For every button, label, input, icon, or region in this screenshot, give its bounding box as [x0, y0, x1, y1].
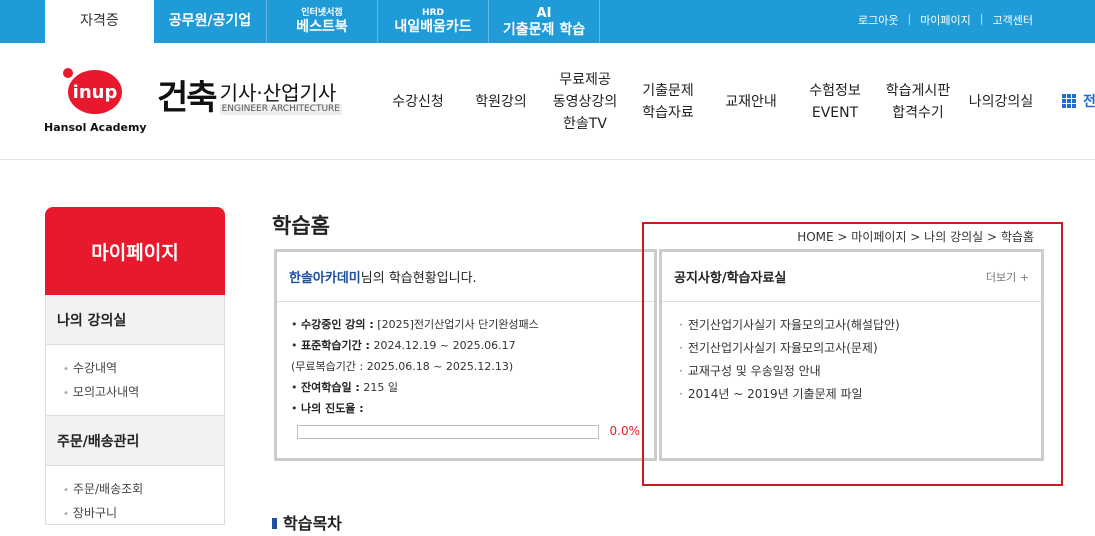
- nav-label: EVENT: [811, 104, 859, 121]
- sidebar-list: 주문/배송조회 장바구니: [46, 466, 224, 536]
- tab-label: 내일배움카드: [394, 18, 472, 35]
- status-header: 한솔아카데미 님의 학습현황입니다.: [277, 252, 654, 302]
- remaining-label: 잔여학습일 :: [301, 381, 360, 394]
- tab-certificate[interactable]: 자격증: [45, 0, 154, 43]
- sidebar-title: 마이페이지: [45, 207, 225, 295]
- sidebar-item-order-tracking[interactable]: 주문/배송조회: [63, 478, 224, 502]
- nav-label: 나의강의실: [968, 93, 1034, 110]
- nav-label: 동영상강의: [552, 93, 618, 110]
- tab-sublabel: HRD: [422, 7, 444, 18]
- logo-subtitle: Hansol Academy: [44, 121, 147, 134]
- course-row: • 수강중인 강의 : [2025]전기산업기사 단기완성패스: [291, 318, 539, 331]
- progress-track: [297, 424, 599, 439]
- nav-academy-lecture[interactable]: 학원강의: [468, 43, 534, 160]
- sidebar-section-classroom[interactable]: 나의 강의실: [46, 295, 224, 345]
- remaining-value: 215 일: [363, 381, 398, 394]
- tab-civil-service[interactable]: 공무원/공기업: [154, 0, 267, 43]
- brand-korean: 기사·산업기사: [219, 81, 337, 105]
- nav-textbook[interactable]: 교재안내: [718, 43, 784, 160]
- learning-status-panel: 한솔아카데미 님의 학습현황입니다. • 수강중인 강의 : [2025]전기산…: [274, 249, 657, 461]
- tab-ai-exam[interactable]: AI 기출문제 학습: [489, 0, 600, 43]
- sidebar-item-cart[interactable]: 장바구니: [63, 502, 224, 526]
- utility-links: 로그아웃 | 마이페이지 | 고객센터: [858, 12, 1033, 28]
- nav-past-exams[interactable]: 기출문제 학습자료: [636, 43, 700, 160]
- tab-best-book[interactable]: 인터넷서점 베스트북: [267, 0, 378, 43]
- nav-label: 한솔TV: [563, 115, 607, 132]
- site-header: inup Hansol Academy 건축 기사·산업기사 ENGINEER …: [0, 43, 1095, 160]
- logout-link[interactable]: 로그아웃: [858, 12, 898, 28]
- sidebar-list: 수강내역 모의고사내역: [46, 345, 224, 416]
- brand-main: 건축: [157, 78, 218, 118]
- brand-english: ENGINEER ARCHITECTURE: [219, 104, 342, 115]
- course-value: [2025]전기산업기사 단기완성패스: [377, 318, 539, 331]
- nav-enroll[interactable]: 수강신청: [385, 43, 451, 160]
- nav-label: 학원강의: [475, 93, 527, 110]
- top-bar: 자격증 공무원/공기업 인터넷서점 베스트북 HRD 내일배움카드 AI 기출문…: [0, 0, 1095, 43]
- nav-free-video[interactable]: 무료제공 동영상강의 한솔TV: [546, 43, 624, 160]
- nav-label: 교재안내: [725, 93, 777, 110]
- course-label: 수강중인 강의 :: [301, 318, 374, 331]
- period-row: • 표준학습기간 : 2024.12.19 ~ 2025.06.17: [291, 339, 516, 352]
- customer-center-link[interactable]: 고객센터: [993, 12, 1033, 28]
- user-name: 한솔아카데미: [289, 271, 361, 286]
- all-menu-label[interactable]: 전: [1083, 91, 1095, 111]
- sidebar: 나의 강의실 수강내역 모의고사내역 주문/배송관리 주문/배송조회 장바구니: [45, 295, 225, 525]
- tab-sublabel: AI: [536, 5, 552, 21]
- progress-bar: 0.0%: [291, 421, 640, 442]
- section-title: 학습목차: [272, 510, 342, 534]
- nav-label: 기출문제: [642, 82, 694, 99]
- page-title: 학습홈: [272, 214, 330, 238]
- nav-label: 학습게시판: [885, 82, 951, 99]
- tab-label: 베스트북: [296, 18, 348, 35]
- period-value: 2024.12.19 ~ 2025.06.17: [373, 339, 516, 352]
- grid-menu-icon[interactable]: [1062, 94, 1076, 108]
- highlight-box: [642, 222, 1063, 486]
- nav-label: 수강신청: [392, 93, 444, 110]
- tab-sublabel: 인터넷서점: [301, 7, 343, 18]
- nav-label: 무료제공: [559, 71, 611, 88]
- nav-label: 합격수기: [892, 104, 944, 121]
- logo-dot: [63, 68, 73, 78]
- tab-hrd-card[interactable]: HRD 내일배움카드: [378, 0, 489, 43]
- nav-label: 학습자료: [642, 104, 694, 121]
- site-brand[interactable]: 건축 기사·산업기사 ENGINEER ARCHITECTURE: [157, 79, 342, 117]
- tab-label: 자격증: [80, 13, 119, 29]
- nav-label: 수험정보: [809, 82, 861, 99]
- tab-label: 기출문제 학습: [502, 21, 586, 38]
- sidebar-item-mock-exams[interactable]: 모의고사내역: [63, 381, 224, 405]
- sidebar-section-orders[interactable]: 주문/배송관리: [46, 416, 224, 466]
- inup-logo[interactable]: inup: [68, 70, 122, 114]
- status-header-text: 님의 학습현황입니다.: [360, 271, 477, 286]
- nav-exam-info[interactable]: 수험정보 EVENT: [802, 43, 868, 160]
- nav-board[interactable]: 학습게시판 합격수기: [880, 43, 956, 160]
- remaining-row: • 잔여학습일 : 215 일: [291, 381, 398, 394]
- divider: |: [979, 12, 984, 25]
- status-body: • 수강중인 강의 : [2025]전기산업기사 단기완성패스 • 표준학습기간…: [277, 302, 654, 454]
- period-label: 표준학습기간 :: [301, 339, 370, 352]
- tab-label: 공무원/공기업: [168, 13, 252, 29]
- progress-percent: 0.0%: [609, 424, 641, 438]
- divider: |: [907, 12, 912, 25]
- review-period: (무료복습기간 : 2025.06.18 ~ 2025.12.13): [291, 360, 514, 373]
- progress-label: 나의 진도율 :: [301, 402, 364, 415]
- sidebar-item-enrollments[interactable]: 수강내역: [63, 357, 224, 381]
- progress-row: • 나의 진도율 :: [291, 402, 364, 415]
- nav-my-classroom[interactable]: 나의강의실: [963, 43, 1039, 160]
- mypage-link[interactable]: 마이페이지: [920, 12, 971, 28]
